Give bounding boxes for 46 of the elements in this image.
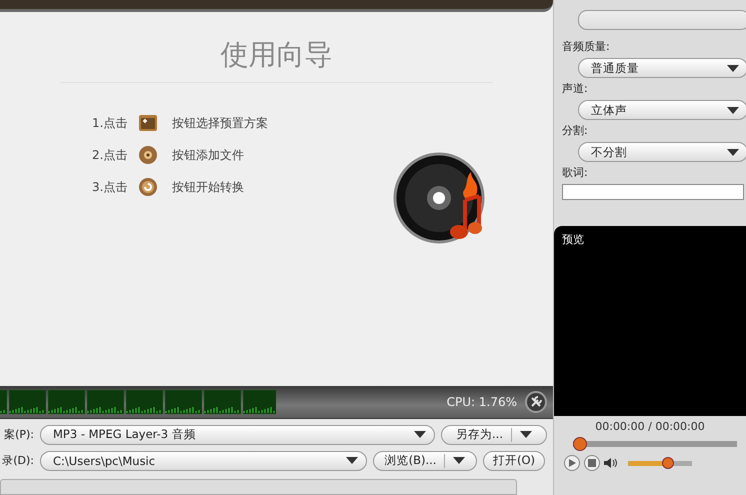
settings-button[interactable] (525, 391, 547, 413)
caret-icon (453, 457, 466, 464)
caret-icon (346, 457, 358, 464)
volume-handle[interactable] (662, 457, 674, 469)
step-number: 1.点击 (92, 114, 128, 132)
caret-icon (414, 431, 426, 438)
setting-label: 音频质量: (562, 39, 611, 55)
caret-icon (520, 431, 532, 438)
save-as-button[interactable]: 另存为... (441, 424, 547, 445)
output-dropdown[interactable]: C:\Users\pc\Music (40, 450, 367, 471)
stop-button[interactable] (584, 455, 600, 471)
step-text: 按钮开始转换 (172, 178, 244, 196)
setting-label: 分割: (562, 123, 589, 139)
step-number: 2.点击 (92, 146, 128, 164)
setting-label: 声道: (562, 81, 589, 97)
wizard-title: 使用向导 (220, 37, 334, 73)
step-text: 按钮选择预置方案 (172, 114, 268, 132)
preset-folder-icon (138, 114, 158, 132)
output-label: 录(D): (1, 453, 34, 468)
seek-handle[interactable] (573, 437, 587, 451)
wrench-icon (530, 396, 542, 408)
browse-button[interactable]: 浏览(B)... (373, 450, 477, 471)
caret-icon (727, 106, 739, 114)
speaker-icon (604, 458, 618, 468)
profile-label: 案(P): (3, 427, 34, 442)
step-number: 3.点击 (92, 178, 128, 196)
play-icon (568, 459, 576, 467)
profile-dropdown[interactable]: MP3 - MPEG Layer-3 音频 (40, 424, 435, 445)
input-field[interactable] (0, 479, 517, 495)
time-display: 00:00:00 / 00:00:00 (595, 420, 705, 433)
disc-add-icon (138, 145, 158, 165)
step-text: 按钮添加文件 (172, 146, 244, 164)
setting-label: 歌词: (562, 165, 589, 181)
preview-title: 预览 (562, 233, 584, 246)
play-button[interactable] (564, 455, 580, 471)
cpu-usage: CPU: 1.76% (446, 395, 517, 409)
lyrics-field[interactable] (562, 184, 744, 200)
dropdown[interactable]: 不分割 (578, 142, 746, 162)
stop-icon (588, 459, 596, 467)
dropdown[interactable]: 普通质量 (578, 58, 746, 78)
convert-icon (138, 177, 158, 197)
input-field[interactable] (578, 10, 746, 30)
dropdown[interactable]: 立体声 (578, 100, 746, 120)
caret-icon (727, 148, 739, 156)
open-button[interactable]: 打开(O) (483, 450, 545, 471)
caret-icon (727, 64, 739, 72)
